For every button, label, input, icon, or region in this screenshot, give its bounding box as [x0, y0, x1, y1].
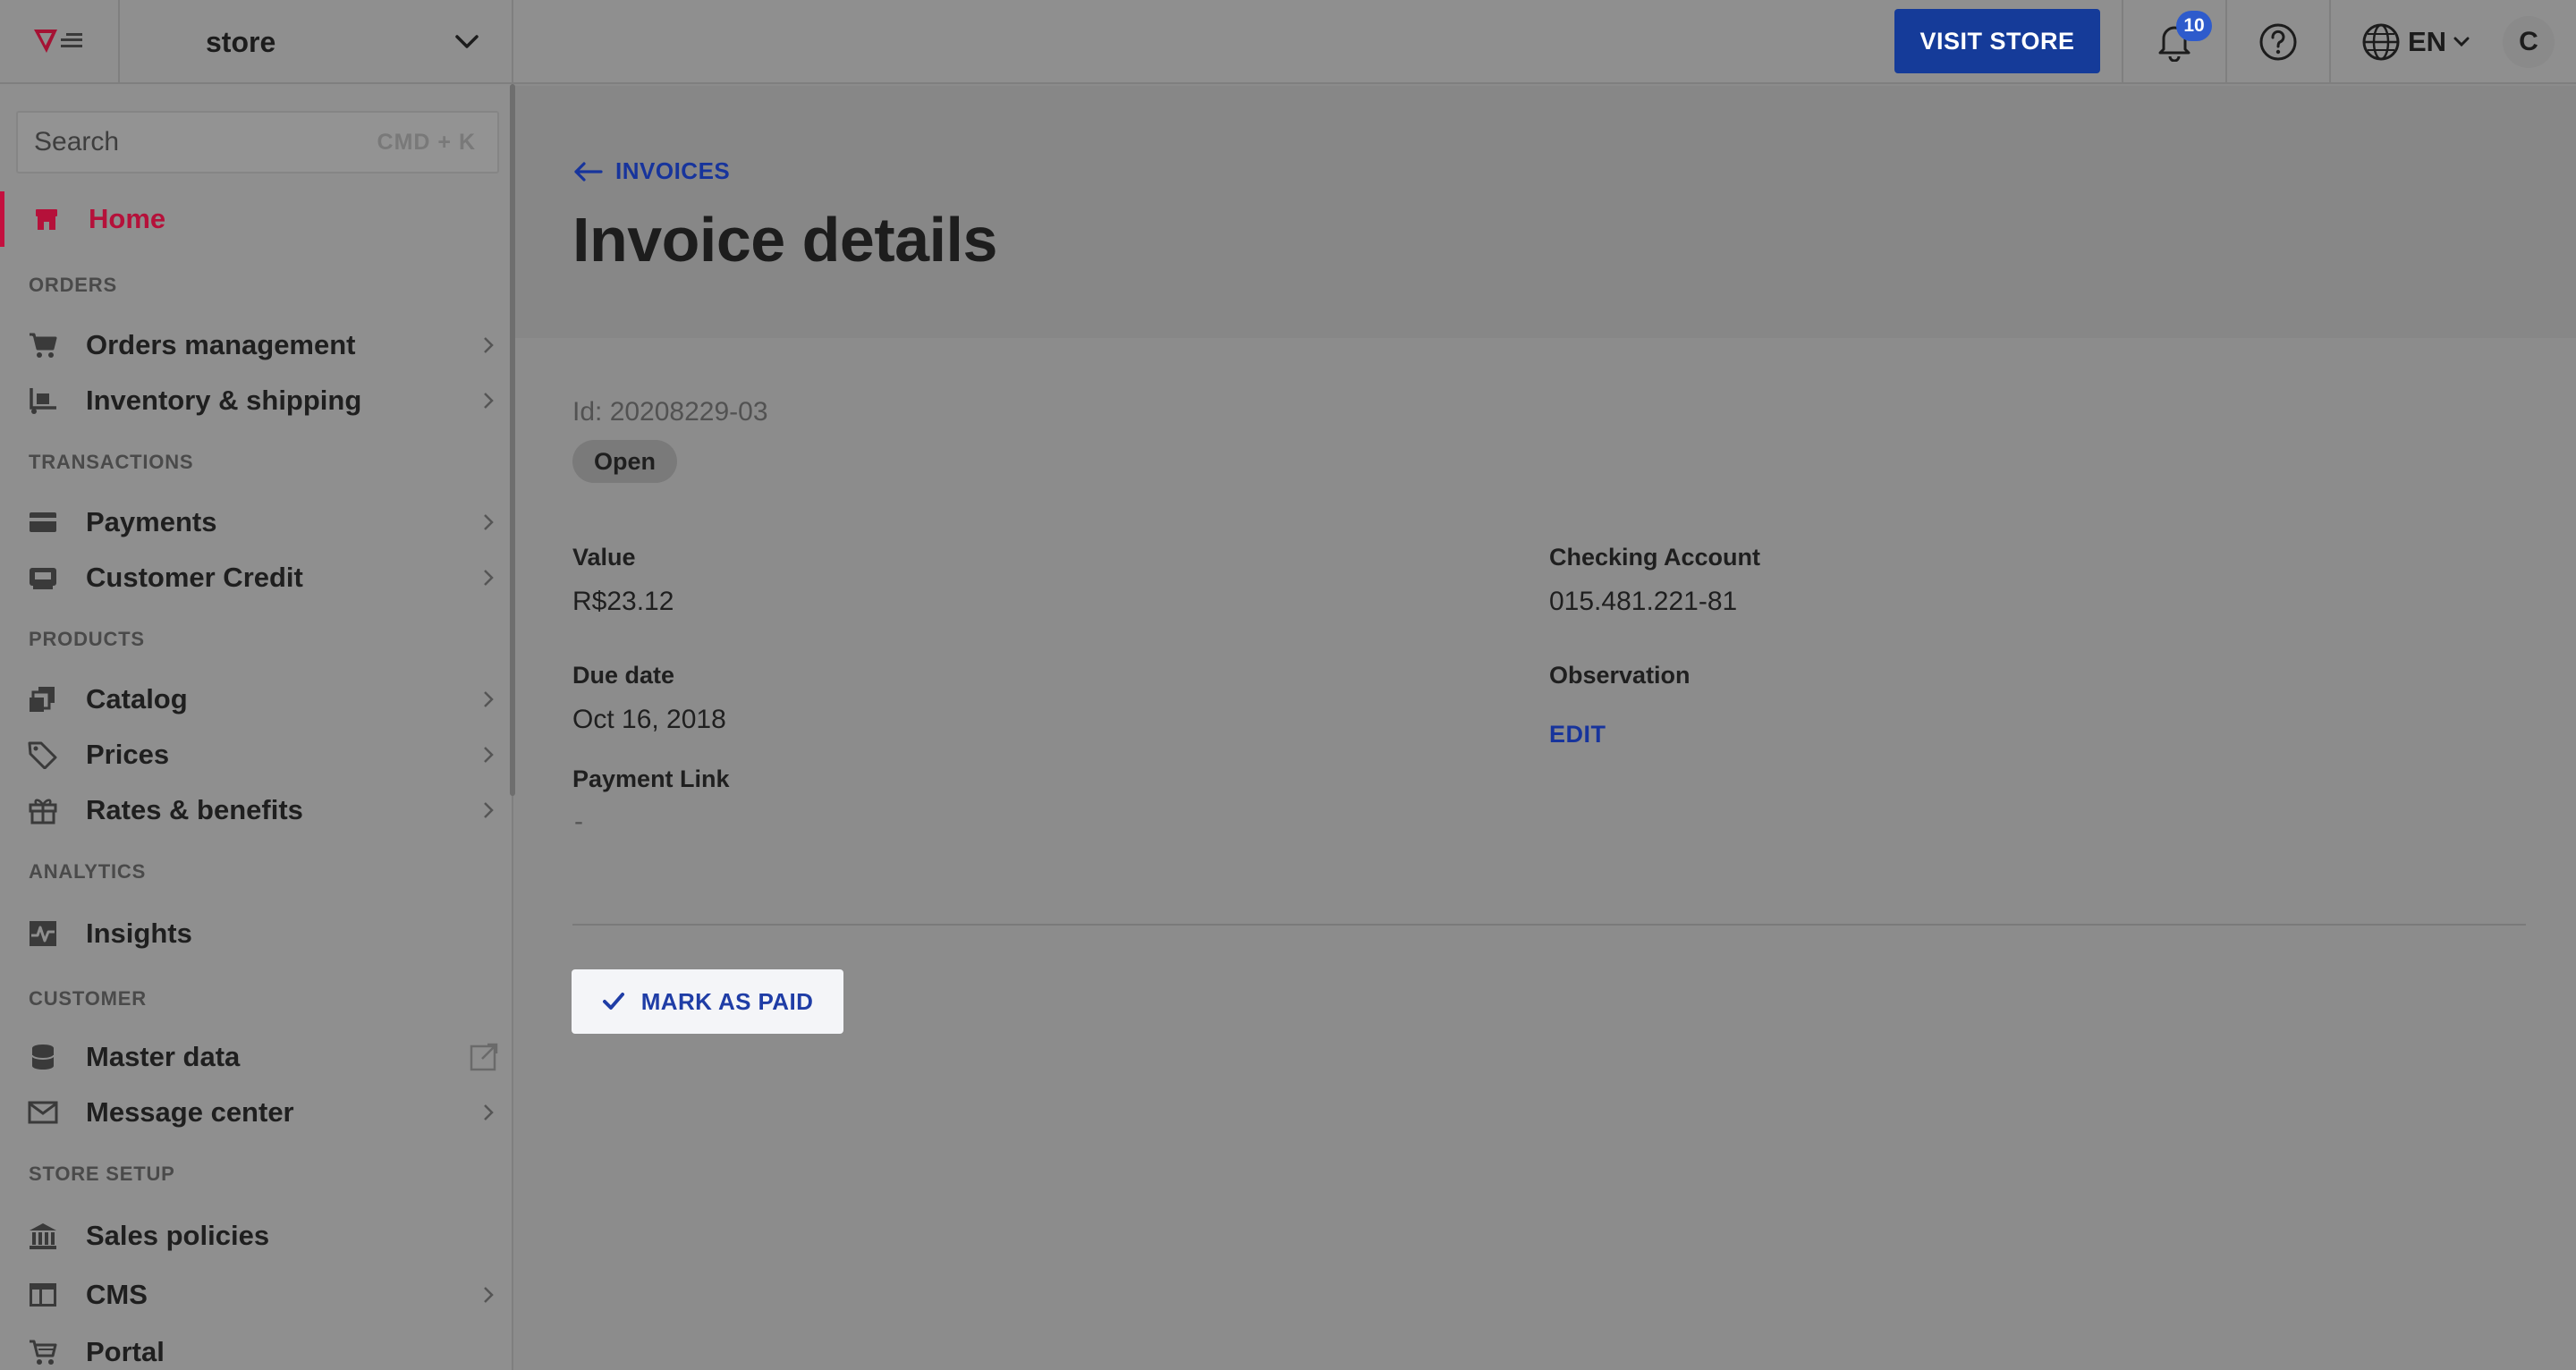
sidebar-item-cms[interactable]: CMS: [25, 1268, 499, 1322]
sidebar-item-label: Portal: [86, 1336, 165, 1367]
top-bar: store VISIT STORE 10 EN C: [0, 0, 2576, 84]
invoice-id: Id: 20208229-03: [572, 397, 768, 427]
vtex-logo-icon: [34, 30, 82, 53]
sidebar-item-label: Customer Credit: [86, 562, 303, 593]
section-heading-orders: ORDERS: [29, 274, 117, 296]
back-to-invoices-link[interactable]: INVOICES: [572, 157, 730, 185]
price-tag-icon: [28, 741, 57, 769]
cart-icon: [30, 333, 57, 358]
sidebar-item-prices[interactable]: Prices: [25, 728, 499, 782]
catalog-icon: [30, 687, 55, 712]
section-heading-products: PRODUCTS: [29, 628, 145, 650]
user-avatar[interactable]: C: [2503, 16, 2555, 68]
wallet-icon: [30, 568, 56, 589]
payment-link-value: -: [574, 807, 583, 836]
observation-label: Observation: [1549, 662, 1690, 689]
sidebar-item-label: Catalog: [86, 683, 188, 715]
sidebar-item-message-center[interactable]: Message center: [25, 1086, 499, 1139]
sidebar-item-master-data[interactable]: Master data: [25, 1030, 499, 1084]
sidebar-item-label: Sales policies: [86, 1220, 270, 1251]
payment-link-label: Payment Link: [572, 765, 730, 792]
sidebar-item-label: Master data: [86, 1041, 241, 1072]
due-date-value: Oct 16, 2018: [572, 705, 726, 734]
database-icon: [31, 1044, 55, 1070]
sidebar-item-payments[interactable]: Payments: [25, 495, 499, 549]
sidebar-item-home[interactable]: Home: [0, 191, 512, 247]
sidebar-item-sales-policies[interactable]: Sales policies: [25, 1209, 499, 1263]
visit-store-button[interactable]: VISIT STORE: [1894, 9, 2100, 73]
arrow-left-icon: [574, 161, 603, 182]
sidebar-item-label: Orders management: [86, 329, 356, 360]
status-badge: Open: [572, 440, 678, 483]
section-heading-analytics: ANALYTICS: [29, 860, 147, 883]
checking-account-label: Checking Account: [1549, 544, 1761, 571]
chevron-right-icon: [484, 514, 494, 530]
sidebar-item-label: Insights: [86, 918, 192, 949]
dolly-icon: [30, 388, 56, 414]
chevron-right-icon: [484, 337, 494, 353]
insights-chart-icon: [30, 921, 56, 946]
help-button[interactable]: [2227, 0, 2329, 84]
section-heading-store-setup: STORE SETUP: [29, 1163, 175, 1185]
bank-icon: [30, 1223, 56, 1249]
section-heading-transactions: TRANSACTIONS: [29, 451, 194, 473]
divider: [2329, 0, 2331, 84]
credit-card-icon: [30, 512, 56, 532]
due-date-label: Due date: [572, 662, 675, 689]
chevron-right-icon: [484, 1104, 494, 1121]
sidebar-item-label: CMS: [86, 1279, 148, 1310]
search-shortcut: CMD + K: [377, 129, 476, 155]
logo-button[interactable]: [0, 0, 120, 84]
sidebar-item-orders-management[interactable]: Orders management: [25, 318, 499, 372]
mark-as-paid-button[interactable]: MARK AS PAID: [572, 969, 843, 1034]
search-placeholder: Search: [34, 127, 120, 156]
mail-icon: [28, 1101, 58, 1124]
section-divider: [572, 924, 2526, 926]
portal-cart-icon: [30, 1340, 57, 1365]
globe-icon: [2362, 23, 2400, 61]
mark-as-paid-label: MARK AS PAID: [640, 987, 814, 1015]
edit-observation-link[interactable]: EDIT: [1549, 721, 1606, 748]
value-label: Value: [572, 544, 636, 571]
store-name: store: [206, 25, 276, 58]
sidebar: Search CMD + K Home ORDERS Orders manage…: [0, 84, 513, 1370]
sidebar-item-insights[interactable]: Insights: [25, 907, 499, 960]
language-label: EN: [2408, 26, 2447, 57]
sidebar-item-customer-credit[interactable]: Customer Credit: [25, 551, 499, 605]
chevron-right-icon: [484, 1287, 494, 1303]
sidebar-item-label: Rates & benefits: [86, 794, 303, 825]
page-title: Invoice details: [572, 205, 997, 275]
store-icon: [36, 209, 57, 230]
sidebar-item-label: Home: [89, 203, 166, 234]
value-amount: R$23.12: [572, 587, 674, 616]
chevron-right-icon: [484, 802, 494, 818]
sidebar-item-label: Inventory & shipping: [86, 385, 362, 416]
checking-account-value: 015.481.221-81: [1549, 587, 1738, 616]
sidebar-item-portal[interactable]: Portal: [25, 1325, 499, 1370]
back-link-label: INVOICES: [615, 157, 731, 184]
help-circle-icon: [2259, 23, 2297, 61]
section-heading-customer: CUSTOMER: [29, 987, 147, 1010]
sidebar-item-label: Payments: [86, 506, 217, 537]
sidebar-item-label: Message center: [86, 1096, 294, 1128]
check-icon: [602, 993, 624, 1010]
sidebar-item-catalog[interactable]: Catalog: [25, 672, 499, 726]
chevron-down-icon: [455, 35, 479, 48]
layout-icon: [30, 1283, 56, 1307]
chevron-right-icon: [484, 570, 494, 586]
notifications-button[interactable]: [2123, 0, 2225, 84]
sidebar-item-label: Prices: [86, 739, 170, 770]
search-input[interactable]: Search CMD + K: [16, 111, 499, 173]
store-selector[interactable]: store: [120, 0, 513, 84]
chevron-right-icon: [484, 393, 494, 409]
chevron-right-icon: [484, 747, 494, 763]
chevron-down-icon: [2453, 37, 2470, 47]
gift-icon: [29, 799, 57, 825]
language-selector[interactable]: EN: [2361, 0, 2470, 84]
chevron-right-icon: [484, 691, 494, 707]
sidebar-item-rates-benefits[interactable]: Rates & benefits: [25, 783, 499, 837]
notification-count-badge: 10: [2176, 11, 2212, 41]
external-link-icon: [470, 1043, 498, 1071]
sidebar-item-inventory-shipping[interactable]: Inventory & shipping: [25, 374, 499, 427]
